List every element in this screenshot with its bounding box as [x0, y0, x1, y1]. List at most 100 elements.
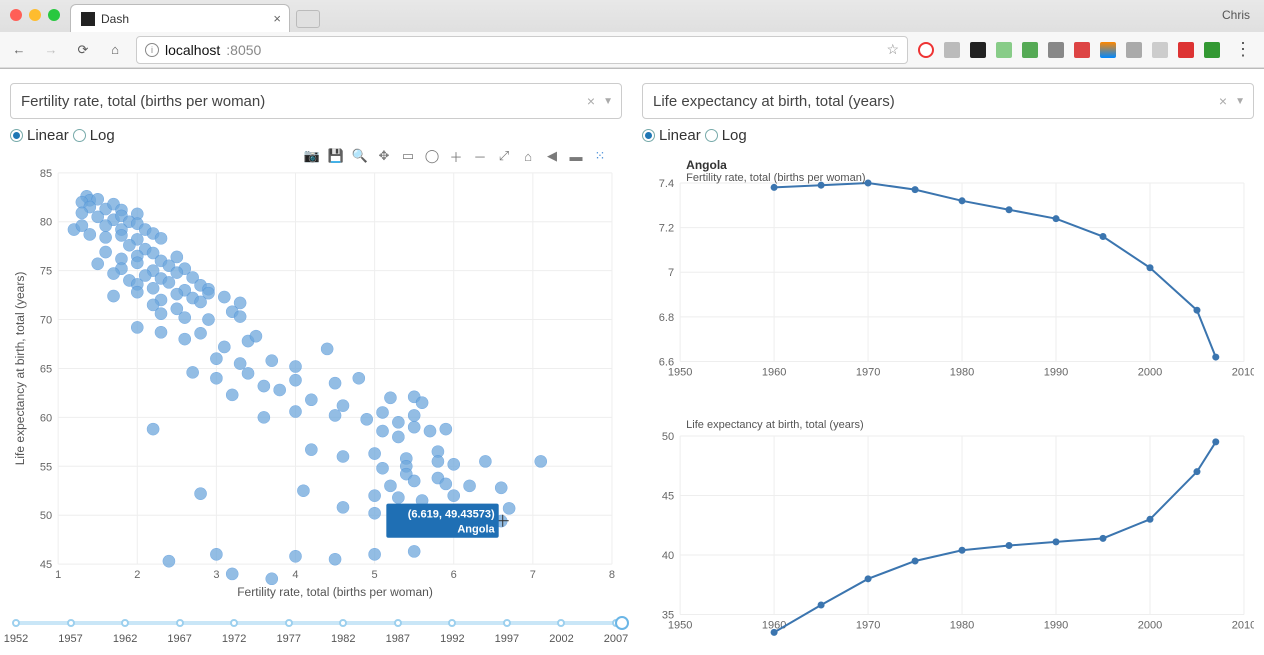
- svg-text:Life expectancy at birth, tota: Life expectancy at birth, total (years): [686, 418, 864, 430]
- chevron-down-icon[interactable]: ▼: [603, 96, 613, 107]
- hover-icon[interactable]: ▬: [568, 148, 584, 164]
- svg-text:50: 50: [40, 510, 52, 522]
- svg-text:55: 55: [40, 461, 52, 473]
- dropdown-clear-icon[interactable]: ×: [1219, 93, 1227, 109]
- y-scale-linear-radio[interactable]: Linear: [642, 127, 701, 144]
- ext-icon-9[interactable]: [1126, 42, 1142, 58]
- browser-user-label[interactable]: Chris: [1222, 8, 1250, 22]
- svg-text:65: 65: [40, 363, 52, 375]
- svg-text:6.8: 6.8: [659, 312, 674, 324]
- svg-text:2010: 2010: [1232, 367, 1254, 379]
- zoom-icon[interactable]: 🔍: [352, 148, 368, 164]
- reset-icon[interactable]: ⌂: [520, 148, 536, 164]
- year-slider[interactable]: 1952195719621967197219771982198719921997…: [10, 613, 622, 651]
- slider-mark[interactable]: [12, 619, 20, 627]
- lasso-icon[interactable]: ◯: [424, 148, 440, 164]
- slider-mark[interactable]: [448, 619, 456, 627]
- svg-text:1990: 1990: [1044, 367, 1069, 379]
- save-icon[interactable]: 💾: [328, 148, 344, 164]
- slider-mark[interactable]: [176, 619, 184, 627]
- y-axis-dropdown[interactable]: Life expectancy at birth, total (years) …: [642, 83, 1254, 119]
- svg-text:1970: 1970: [856, 367, 881, 379]
- zoom-in-icon[interactable]: ＋: [448, 148, 464, 164]
- slider-mark[interactable]: [230, 619, 238, 627]
- slider-mark[interactable]: [503, 619, 511, 627]
- maximize-window-icon[interactable]: [48, 9, 60, 21]
- y-scale-log-radio[interactable]: Log: [705, 127, 747, 144]
- new-tab-button[interactable]: [296, 10, 320, 28]
- ext-icon-2[interactable]: [944, 42, 960, 58]
- site-info-icon[interactable]: i: [145, 43, 159, 57]
- x-axis-dropdown[interactable]: Fertility rate, total (births per woman)…: [10, 83, 622, 119]
- svg-text:85: 85: [40, 168, 52, 180]
- dropdown-clear-icon[interactable]: ×: [587, 93, 595, 109]
- svg-text:8: 8: [609, 569, 615, 581]
- slider-mark-label: 1982: [331, 633, 355, 645]
- svg-text:45: 45: [662, 490, 674, 502]
- svg-text:5: 5: [372, 569, 378, 581]
- x-scale-log-radio[interactable]: Log: [73, 127, 115, 144]
- slider-mark-label: 1957: [58, 633, 82, 645]
- plotly-modebar: 📷 💾 🔍 ✥ ▭ ◯ ＋ － ⤢ ⌂ ◀ ▬ ⁙: [300, 146, 612, 166]
- svg-text:75: 75: [40, 266, 52, 278]
- close-window-icon[interactable]: [10, 9, 22, 21]
- slider-mark[interactable]: [557, 619, 565, 627]
- zoom-out-icon[interactable]: －: [472, 148, 488, 164]
- slider-mark-label: 2002: [549, 633, 573, 645]
- browser-menu-button[interactable]: ⋮: [1230, 39, 1256, 60]
- ext-icon-7[interactable]: [1074, 42, 1090, 58]
- slider-dots: [16, 619, 616, 627]
- scatter-plot[interactable]: 📷 💾 🔍 ✥ ▭ ◯ ＋ － ⤢ ⌂ ◀ ▬ ⁙ 12345678455055…: [10, 146, 622, 613]
- spike-icon[interactable]: ◀: [544, 148, 560, 164]
- forward-button: →: [40, 39, 62, 61]
- x-scale-linear-radio[interactable]: Linear: [10, 127, 69, 144]
- slider-mark[interactable]: [67, 619, 75, 627]
- reload-button[interactable]: ⟳: [72, 39, 94, 61]
- y-axis-dropdown-label: Life expectancy at birth, total (years): [653, 93, 895, 110]
- autoscale-icon[interactable]: ⤢: [496, 148, 512, 164]
- ext-icon-3[interactable]: [970, 42, 986, 58]
- chevron-down-icon[interactable]: ▼: [1235, 96, 1245, 107]
- box-select-icon[interactable]: ▭: [400, 148, 416, 164]
- ext-icon-11[interactable]: [1178, 42, 1194, 58]
- close-tab-icon[interactable]: ×: [273, 11, 281, 26]
- slider-handle[interactable]: [615, 616, 629, 630]
- ext-icon-4[interactable]: [996, 42, 1012, 58]
- back-button[interactable]: ←: [8, 39, 30, 61]
- svg-text:7: 7: [668, 267, 674, 279]
- svg-text:3: 3: [213, 569, 219, 581]
- lifeexp-line-chart[interactable]: 195019601970198019902000201035404550Life…: [642, 399, 1254, 652]
- svg-text:2: 2: [134, 569, 140, 581]
- svg-text:Life expectancy at birth, tota: Life expectancy at birth, total (years): [13, 272, 27, 466]
- home-button[interactable]: ⌂: [104, 39, 126, 61]
- ext-icon-10[interactable]: [1152, 42, 1168, 58]
- ext-icon-5[interactable]: [1022, 42, 1038, 58]
- svg-text:45: 45: [40, 559, 52, 571]
- window-controls[interactable]: [10, 9, 60, 21]
- slider-mark[interactable]: [121, 619, 129, 627]
- minimize-window-icon[interactable]: [29, 9, 41, 21]
- slider-mark[interactable]: [285, 619, 293, 627]
- pan-icon[interactable]: ✥: [376, 148, 392, 164]
- bookmark-star-icon[interactable]: ☆: [886, 41, 899, 58]
- fertility-line-chart[interactable]: 19501960197019801990200020106.66.877.27.…: [642, 146, 1254, 399]
- svg-text:35: 35: [662, 609, 674, 621]
- browser-toolbar: ← → ⟳ ⌂ i localhost:8050 ☆ ⋮: [0, 32, 1264, 68]
- browser-tab[interactable]: Dash ×: [70, 4, 290, 32]
- svg-text:4: 4: [292, 569, 298, 581]
- right-column: Life expectancy at birth, total (years) …: [642, 83, 1254, 651]
- ext-icon-6[interactable]: [1048, 42, 1064, 58]
- svg-text:7: 7: [530, 569, 536, 581]
- ext-icon-8[interactable]: [1100, 42, 1116, 58]
- svg-text:1960: 1960: [762, 367, 787, 379]
- slider-mark[interactable]: [339, 619, 347, 627]
- ext-icon-1[interactable]: [918, 42, 934, 58]
- radio-label: Linear: [659, 127, 701, 144]
- camera-icon[interactable]: 📷: [304, 148, 320, 164]
- slider-mark[interactable]: [394, 619, 402, 627]
- plotly-logo-icon[interactable]: ⁙: [592, 148, 608, 164]
- address-bar[interactable]: i localhost:8050 ☆: [136, 36, 908, 64]
- slider-mark-label: 1967: [167, 633, 191, 645]
- svg-text:6: 6: [451, 569, 457, 581]
- ext-icon-12[interactable]: [1204, 42, 1220, 58]
